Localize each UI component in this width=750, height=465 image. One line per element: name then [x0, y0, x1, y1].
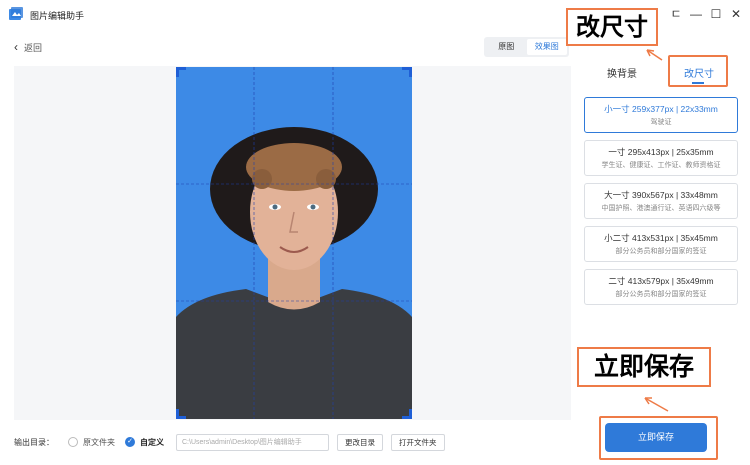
view-effect-button[interactable]: 效果图	[526, 39, 567, 55]
minimize-button[interactable]: —	[688, 6, 704, 22]
size-option-desc: 学生证、健康证、工作证、教师资格证	[601, 162, 721, 169]
chevron-left-icon: ‹	[14, 40, 18, 54]
canvas-area	[14, 66, 571, 420]
size-option-desc: 部分公务员和部分国家的签证	[615, 248, 707, 255]
app-title: 图片编辑助手	[30, 11, 85, 21]
back-button[interactable]: ‹ 返回	[14, 40, 42, 54]
maximize-button[interactable]: ☐	[708, 6, 724, 22]
size-option-title: 大一寸 390x567px | 33x48mm	[604, 190, 718, 200]
size-option-title: 二寸 413x579px | 35x49mm	[608, 276, 714, 286]
open-folder-button[interactable]: 打开文件夹	[391, 433, 445, 451]
size-option-desc: 部分公务员和部分国家的签证	[615, 291, 707, 298]
view-toggle: 原图 效果图	[484, 37, 569, 57]
app-logo-icon	[8, 6, 24, 22]
size-list: 小一寸 259x377px | 22x33mm 驾驶证 一寸 295x413px…	[584, 97, 738, 312]
size-option-title: 一寸 295x413px | 25x35mm	[608, 147, 714, 157]
size-option[interactable]: 小一寸 259x377px | 22x33mm 驾驶证	[584, 97, 738, 133]
output-bar: 输出目录： 原文件夹 ✓ 自定义 C:\Users\admin\Desktop\…	[14, 433, 453, 451]
size-option[interactable]: 一寸 295x413px | 25x35mm 学生证、健康证、工作证、教师资格证	[584, 140, 738, 176]
crop-corner-handle[interactable]	[176, 67, 186, 77]
size-option[interactable]: 大一寸 390x567px | 33x48mm 中国护照、港澳通行证、英语四六级…	[584, 183, 738, 219]
size-callout-label: 改尺寸	[566, 8, 658, 46]
close-button[interactable]: ✕	[728, 6, 744, 22]
crop-corner-handle[interactable]	[176, 409, 186, 419]
size-option[interactable]: 二寸 413x579px | 35x49mm 部分公务员和部分国家的签证	[584, 269, 738, 305]
size-option-desc: 中国护照、港澳通行证、英语四六级等	[601, 205, 721, 212]
tab-change-background[interactable]: 换背景	[607, 65, 637, 80]
size-option-title: 小一寸 259x377px | 22x33mm	[604, 104, 718, 114]
option-original-folder-label: 原文件夹	[83, 437, 115, 447]
option-custom-label: 自定义	[140, 437, 164, 447]
pin-icon[interactable]: ㄷ	[668, 6, 684, 22]
size-option[interactable]: 小二寸 413x531px | 35x45mm 部分公务员和部分国家的签证	[584, 226, 738, 262]
radio-original-folder[interactable]	[68, 437, 78, 447]
size-option-title: 小二寸 413x531px | 35x45mm	[604, 233, 718, 243]
view-original-button[interactable]: 原图	[486, 39, 527, 55]
change-dir-button[interactable]: 更改目录	[337, 433, 383, 451]
radio-custom-folder[interactable]: ✓	[125, 437, 135, 447]
output-path-input[interactable]: C:\Users\admin\Desktop\图片编辑助手	[176, 433, 329, 451]
photo-preview[interactable]	[176, 67, 412, 419]
save-now-button[interactable]: 立即保存	[605, 423, 707, 452]
save-callout-label: 立即保存	[577, 347, 711, 387]
crop-corner-handle[interactable]	[402, 409, 412, 419]
output-dir-label: 输出目录：	[14, 437, 54, 447]
portrait-image	[176, 67, 412, 419]
size-option-desc: 驾驶证	[650, 119, 672, 126]
crop-corner-handle[interactable]	[402, 67, 412, 77]
tab-highlight-frame	[668, 55, 728, 87]
back-label: 返回	[24, 42, 43, 53]
